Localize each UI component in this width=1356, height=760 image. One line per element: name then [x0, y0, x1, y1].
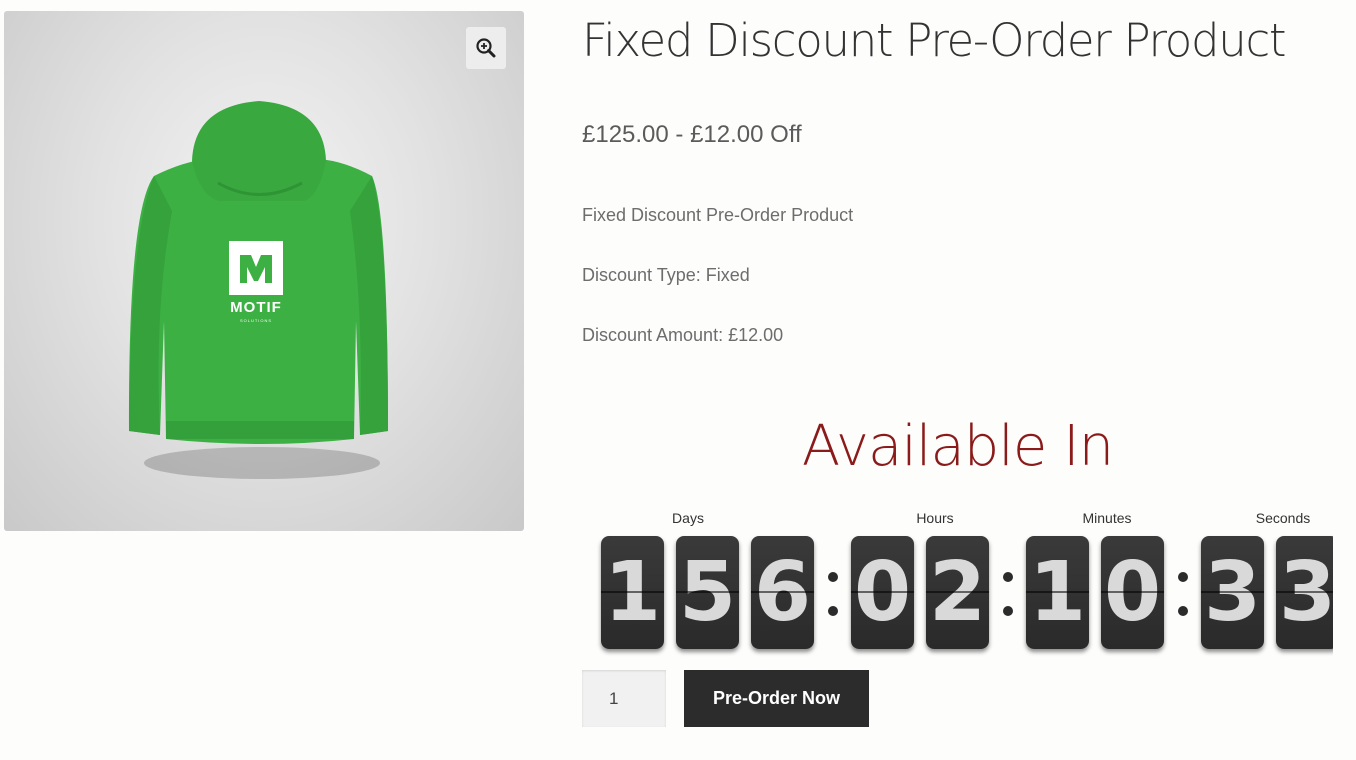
days-label: Days — [672, 510, 704, 526]
minutes-digit-2: 0 — [1101, 536, 1164, 649]
seconds-digit-1: 3 — [1201, 536, 1264, 649]
product-page: MOTIF SOLUTIONS Fixed Discount Pre-Order… — [0, 0, 1356, 760]
pre-order-button[interactable]: Pre-Order Now — [684, 670, 869, 727]
discount-type: Discount Type: Fixed — [582, 265, 750, 285]
separator-dot — [1003, 572, 1013, 582]
hours-digit-1: 0 — [851, 536, 914, 649]
days-digit-3: 6 — [751, 536, 814, 649]
separator-dot — [1178, 606, 1188, 616]
hours-digit-2: 2 — [926, 536, 989, 649]
description-line: Fixed Discount Pre-Order Product — [582, 205, 854, 225]
separator-dot — [828, 606, 838, 616]
brand-text: MOTIF — [230, 299, 282, 316]
seconds-digit-2: 3 — [1276, 536, 1333, 649]
zoom-in-icon — [476, 38, 496, 58]
product-title: Fixed Discount Pre-Order Product — [582, 14, 1287, 67]
separator-dot — [828, 572, 838, 582]
days-digit-2: 5 — [676, 536, 739, 649]
zoom-button[interactable] — [466, 27, 506, 69]
product-image[interactable]: MOTIF SOLUTIONS — [4, 11, 524, 531]
hoodie-illustration — [128, 101, 388, 479]
hours-label: Hours — [916, 510, 954, 526]
available-in-heading: Available In — [801, 414, 1114, 479]
product-price: £125.00 - £12.00 Off — [582, 121, 802, 148]
separator-dot — [1003, 606, 1013, 616]
minutes-label: Minutes — [1082, 510, 1132, 526]
quantity-input[interactable] — [582, 670, 666, 727]
minutes-digit-1: 1 — [1026, 536, 1089, 649]
seconds-label: Seconds — [1255, 510, 1311, 526]
days-digit-1: 1 — [601, 536, 664, 649]
separator-dot — [1178, 572, 1188, 582]
discount-amount: Discount Amount: £12.00 — [582, 325, 784, 345]
brand-subtext: SOLUTIONS — [239, 318, 273, 323]
countdown-timer: Days Hours Minutes Seconds 1 5 6 0 2 1 0… — [582, 508, 1333, 658]
